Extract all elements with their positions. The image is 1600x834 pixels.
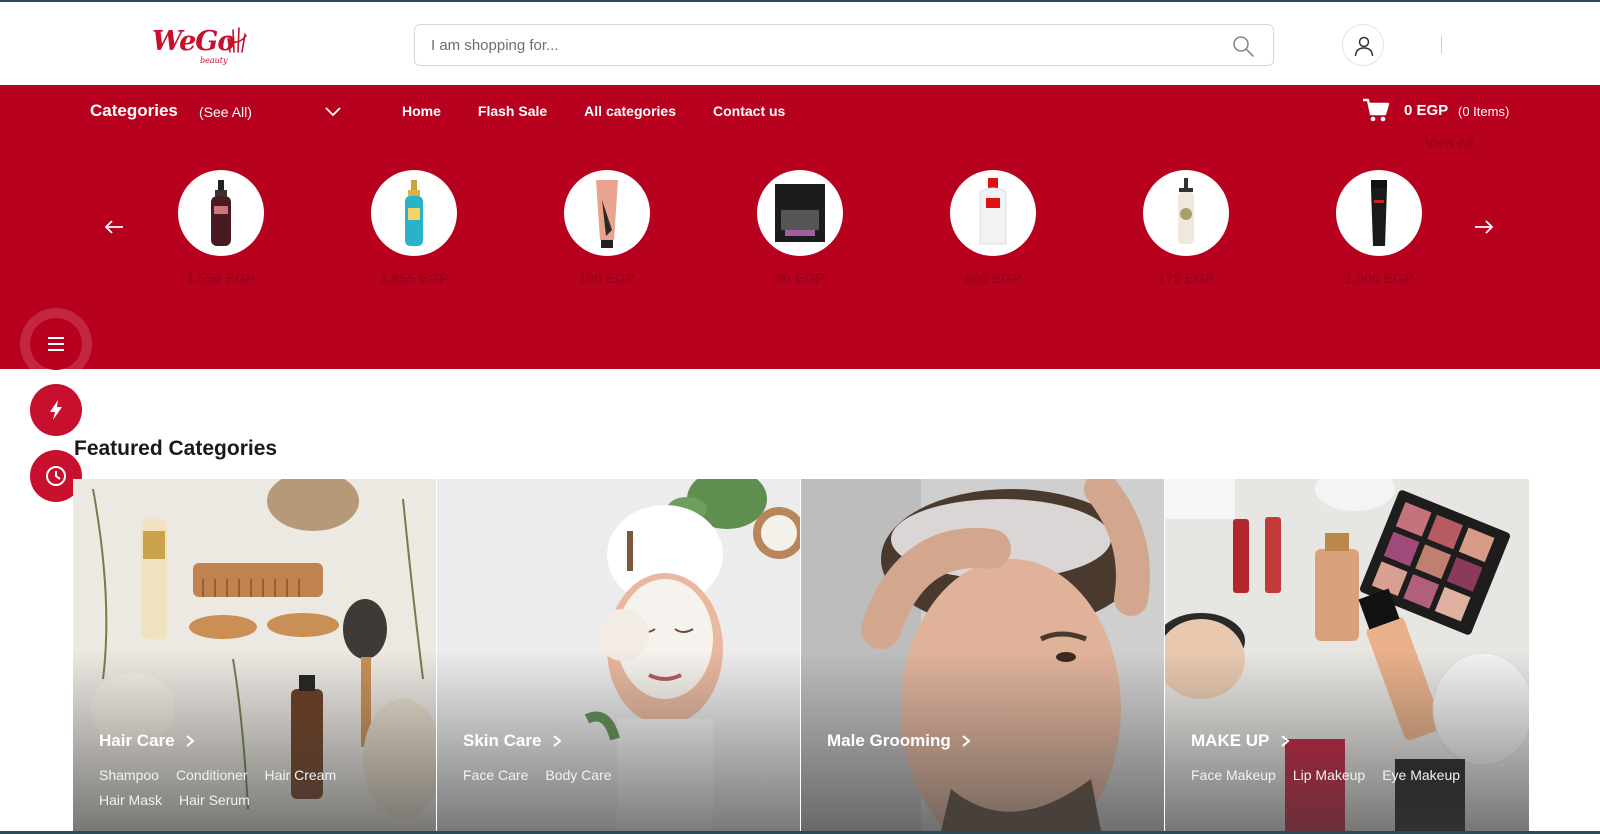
product-image[interactable] — [757, 170, 843, 256]
category-card-skin-care[interactable]: Skin Care Face Care Body Care — [437, 479, 801, 831]
subcategory-link[interactable]: Conditioner — [176, 767, 248, 783]
product-card[interactable]: 1,855 EGP — [354, 170, 474, 300]
flash-sale-button[interactable] — [30, 384, 82, 436]
featured-categories-title: Featured Categories — [74, 437, 278, 460]
chevron-down-icon[interactable] — [324, 103, 342, 121]
category-title[interactable]: Hair Care — [99, 731, 195, 751]
arrow-right-icon[interactable] — [1474, 219, 1494, 235]
arrow-left-icon[interactable] — [104, 219, 124, 235]
logo-subtext: beauty — [200, 56, 228, 65]
category-title[interactable]: Skin Care — [463, 731, 562, 751]
chevron-right-icon — [186, 735, 195, 747]
product-card[interactable]: 100 EGP — [547, 170, 667, 300]
product-price: 1,000 EGP — [1344, 270, 1414, 286]
bottle-dark-icon — [211, 180, 231, 246]
search-bar — [414, 24, 1274, 66]
nav-link-home[interactable]: Home — [402, 103, 441, 119]
subcategory-list: Face Care Body Care — [463, 767, 763, 783]
tube-black-icon — [1371, 180, 1387, 246]
menu-button[interactable] — [30, 318, 82, 370]
category-title-text: Male Grooming — [827, 731, 951, 750]
chevron-right-icon — [1281, 735, 1290, 747]
chevron-right-icon — [553, 735, 562, 747]
see-all-link[interactable]: (See All) — [199, 104, 252, 120]
cart-item-count[interactable]: (0 Items) — [1458, 104, 1509, 119]
view-all-link[interactable]: View All — [1425, 135, 1474, 150]
subcategory-link[interactable]: Shampoo — [99, 767, 159, 783]
nav-link-contact-us[interactable]: Contact us — [713, 103, 785, 119]
subcategory-link[interactable]: Face Care — [463, 767, 528, 783]
categories-label[interactable]: Categories — [90, 101, 178, 121]
product-image[interactable] — [371, 170, 457, 256]
lightning-icon — [50, 400, 62, 420]
logo-wordmark: WeGo — [152, 26, 235, 57]
product-image[interactable] — [1143, 170, 1229, 256]
product-image[interactable] — [1336, 170, 1422, 256]
product-price: 90 EGP — [775, 270, 825, 286]
product-card[interactable]: 1,000 EGP — [1319, 170, 1439, 300]
subcategory-list: Shampoo Conditioner Hair Cream Hair Mask… — [99, 767, 399, 808]
category-title-text: Skin Care — [463, 731, 542, 750]
product-price: 1,855 EGP — [379, 270, 449, 286]
product-price: 1,550 EGP — [186, 270, 256, 286]
category-card-hair-care[interactable]: Hair Care Shampoo Conditioner Hair Cream… — [73, 479, 437, 831]
hamburger-icon — [48, 337, 64, 351]
subcategory-link[interactable]: Lip Makeup — [1293, 767, 1365, 783]
product-price: 660 EGP — [964, 270, 1022, 286]
category-card-male-grooming[interactable]: Male Grooming — [801, 479, 1165, 831]
subcategory-list: Face Makeup Lip Makeup Eye Makeup — [1191, 767, 1491, 783]
category-title-text: MAKE UP — [1191, 731, 1270, 750]
bottle-white-icon — [979, 178, 1007, 245]
chevron-right-icon — [962, 735, 972, 747]
nav-link-flash-sale[interactable]: Flash Sale — [478, 103, 547, 119]
product-card[interactable]: 175 EGP — [1126, 170, 1246, 300]
nav-link-all-categories[interactable]: All categories — [584, 103, 676, 119]
product-image[interactable] — [178, 170, 264, 256]
clock-icon — [46, 466, 66, 486]
search-input[interactable] — [431, 25, 1211, 65]
category-title-text: Hair Care — [99, 731, 175, 750]
category-card-make-up[interactable]: MAKE UP Face Makeup Lip Makeup Eye Makeu… — [1165, 479, 1529, 831]
subcategory-link[interactable]: Eye Makeup — [1382, 767, 1460, 783]
main-nav: Home Flash Sale All categories Contact u… — [402, 103, 822, 119]
subcategory-link[interactable]: Face Makeup — [1191, 767, 1276, 783]
subcategory-link[interactable]: Hair Cream — [265, 767, 337, 783]
tube-pink-icon — [596, 180, 618, 248]
cart-total[interactable]: 0 EGP — [1404, 102, 1448, 119]
bottle-teal-icon — [405, 180, 423, 246]
header-divider — [1441, 36, 1442, 54]
featured-categories-grid: Hair Care Shampoo Conditioner Hair Cream… — [73, 479, 1529, 831]
search-icon[interactable] — [1231, 34, 1255, 58]
product-card[interactable]: 1,550 EGP — [161, 170, 281, 300]
category-title[interactable]: Male Grooming — [827, 731, 972, 751]
category-title[interactable]: MAKE UP — [1191, 731, 1290, 751]
sachet-black-icon — [775, 184, 825, 242]
product-price: 175 EGP — [1157, 270, 1215, 286]
pump-floral-icon — [1178, 178, 1194, 244]
product-image[interactable] — [950, 170, 1036, 256]
user-icon — [1354, 36, 1374, 57]
product-card[interactable]: 90 EGP — [740, 170, 860, 300]
product-price: 100 EGP — [578, 270, 636, 286]
category-band: Categories (See All) Home Flash Sale All… — [0, 85, 1600, 369]
top-header: WeGo beauty — [0, 0, 1600, 85]
product-card[interactable]: 660 EGP — [933, 170, 1053, 300]
subcategory-link[interactable]: Hair Mask — [99, 792, 162, 808]
product-image[interactable] — [564, 170, 650, 256]
account-button[interactable] — [1342, 24, 1384, 66]
subcategory-link[interactable]: Hair Serum — [179, 792, 250, 808]
cart-icon[interactable] — [1362, 97, 1390, 123]
logo-hand-icon — [227, 27, 247, 53]
subcategory-link[interactable]: Body Care — [545, 767, 611, 783]
logo[interactable]: WeGo beauty — [148, 24, 258, 66]
